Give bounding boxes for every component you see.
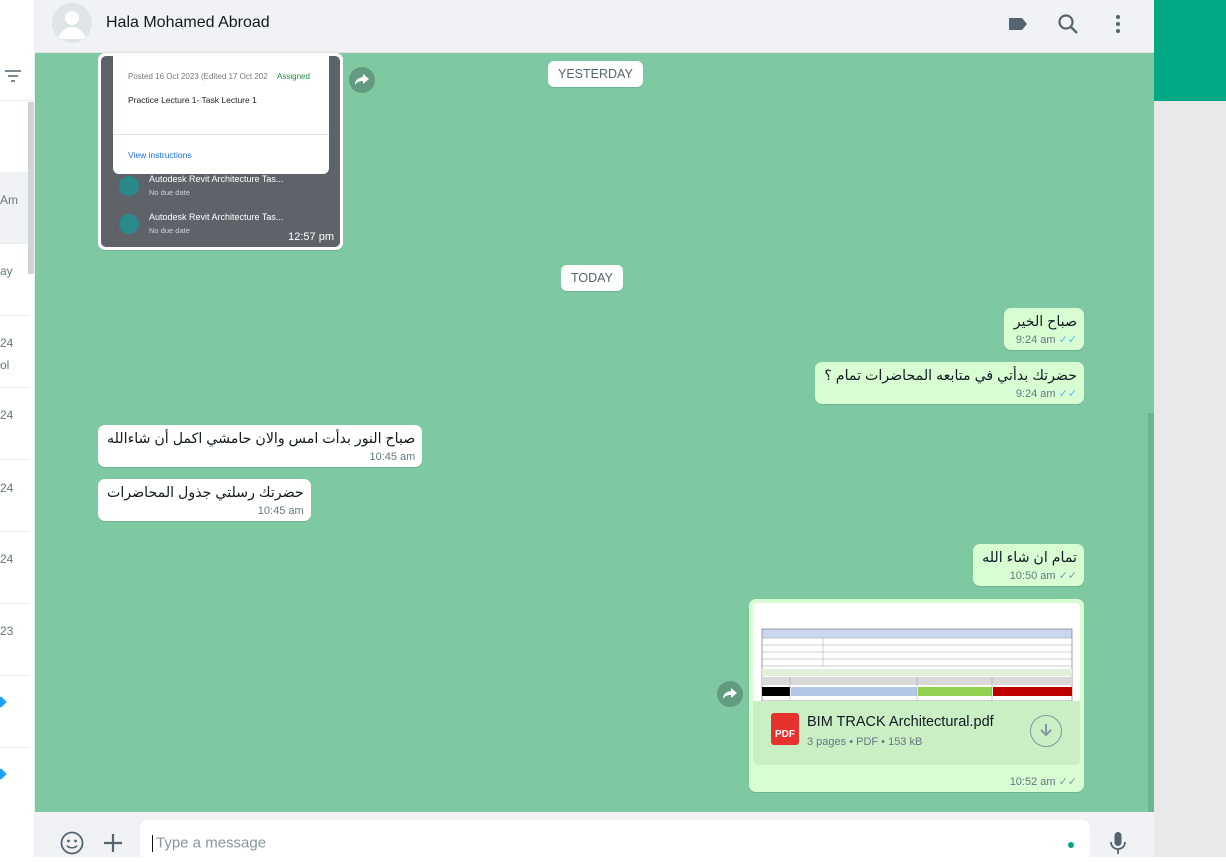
message-time: 10:50 am — [1009, 570, 1056, 582]
read-receipt-icon: ✓✓ — [1058, 334, 1077, 346]
message-meta: 9:24 am ✓✓ — [1016, 333, 1077, 346]
avatar[interactable] — [52, 3, 92, 43]
message-time: 9:24 am — [1015, 334, 1056, 346]
divider — [0, 100, 34, 101]
delivered-receipt-icon: ✓✓ — [1058, 776, 1077, 788]
chat-list-time: ay — [0, 264, 13, 278]
incoming-message[interactable]: حضرتك رسلتي جذول المحاضرات 10:45 am — [98, 479, 311, 521]
download-icon — [1040, 724, 1052, 737]
chat-list-time: 24 — [0, 336, 14, 350]
card-link: View instructions — [128, 150, 192, 160]
chat-messages[interactable]: Posted 16 Oct 2023 (Edited 17 Oct 2023) … — [35, 53, 1154, 812]
contact-name[interactable]: Hala Mohamed Abroad — [106, 14, 270, 32]
item-title: Autodesk Revit Architecture Tas... — [149, 212, 284, 222]
message-text: تمام ان شاء الله — [982, 550, 1077, 566]
pdf-icon: PDF — [771, 713, 799, 745]
message-placeholder: Type a message — [156, 834, 267, 852]
message-meta: 10:50 am ✓✓ — [1010, 569, 1077, 582]
chat-list-item[interactable]: 24 — [0, 388, 28, 460]
attach-plus-icon[interactable] — [100, 830, 126, 856]
date-separator: YESTERDAY — [548, 61, 643, 87]
outgoing-message[interactable]: صباح الخير 9:24 am ✓✓ — [1004, 308, 1084, 350]
message-meta: 10:52 am ✓✓ — [1010, 775, 1077, 788]
emoji-icon[interactable] — [59, 830, 85, 856]
item-title: Autodesk Revit Architecture Tas... — [149, 174, 284, 184]
read-receipt-icon: ✓✓ — [1058, 388, 1077, 400]
delivered-receipt-icon: ✓✓ — [1058, 570, 1077, 582]
message-time: 10:45 am — [257, 505, 304, 517]
chat-list-item[interactable]: 23 — [0, 604, 28, 676]
microphone-icon[interactable] — [1105, 830, 1131, 856]
item-subtitle: No due date — [149, 188, 190, 197]
message-input[interactable]: Type a message — [140, 820, 1090, 862]
status-dot — [1068, 842, 1074, 848]
message-text: صباح الخير — [1013, 314, 1077, 330]
chat-list-time: 23 — [0, 624, 14, 638]
card-title: Practice Lecture 1- Task Lecture 1 — [128, 95, 257, 105]
forward-button[interactable] — [717, 681, 743, 707]
chat-list-time: 24 — [0, 552, 14, 566]
document-filename: BIM TRACK Architectural.pdf — [807, 714, 994, 730]
chat-list-time: 24 — [0, 481, 14, 495]
chat-list-preview: ol — [0, 358, 10, 372]
chat-list-item[interactable]: 24 — [0, 460, 28, 532]
message-meta: 9:24 am ✓✓ — [1016, 387, 1077, 400]
chat-list-time: Am — [0, 193, 18, 207]
sidebar-scrollbar[interactable] — [28, 102, 34, 274]
outgoing-message[interactable]: حضرتك بدأتي في متابعه المحاضرات تمام ؟ 9… — [815, 362, 1084, 404]
default-avatar-icon — [58, 11, 86, 39]
chat-list-item[interactable]: 24 — [0, 532, 28, 604]
brand-banner — [1154, 0, 1226, 101]
pinned-icon — [0, 696, 7, 708]
chat-list-item[interactable]: 24 ol — [0, 316, 28, 388]
chat-list-item[interactable] — [0, 676, 28, 748]
filter-icon[interactable] — [4, 68, 22, 84]
search-icon[interactable] — [1056, 12, 1080, 36]
pinned-icon — [0, 768, 7, 780]
card-status: Assigned — [277, 72, 310, 81]
message-time: 9:24 am — [1015, 388, 1056, 400]
chat-list-item[interactable] — [0, 748, 28, 820]
chat-header: Hala Mohamed Abroad — [35, 0, 1154, 53]
assignment-item: Autodesk Revit Architecture Tas... No du… — [119, 172, 329, 202]
text-cursor — [152, 834, 153, 852]
item-subtitle: No due date — [149, 226, 190, 235]
incoming-message[interactable]: صباح النور بدأت امس والان حامشي اكمل أن … — [98, 425, 423, 467]
chat-list-time: 24 — [0, 408, 14, 422]
image-message[interactable]: Posted 16 Oct 2023 (Edited 17 Oct 2023) … — [98, 53, 343, 250]
label-icon[interactable] — [1006, 12, 1030, 36]
document-thumbnail — [761, 628, 1073, 701]
message-time: 10:52 am — [1009, 776, 1056, 788]
forward-icon — [723, 688, 737, 699]
message-text: حضرتك بدأتي في متابعه المحاضرات تمام ؟ — [824, 368, 1077, 384]
forward-button[interactable] — [349, 67, 375, 93]
document-preview[interactable] — [753, 603, 1080, 701]
message-time: 12:57 pm — [288, 231, 334, 243]
message-composer: Type a message — [35, 812, 1154, 862]
download-button[interactable] — [1030, 715, 1062, 747]
chat-list-item[interactable]: Am — [0, 172, 28, 244]
document-info[interactable]: PDF BIM TRACK Architectural.pdf 3 pages … — [753, 701, 1080, 765]
message-meta: 10:45 am — [369, 451, 415, 463]
outgoing-message[interactable]: تمام ان شاء الله 10:50 am ✓✓ — [973, 544, 1084, 586]
message-time: 10:45 am — [369, 451, 416, 463]
card-posted: Posted 16 Oct 2023 (Edited 17 Oct 2023) — [128, 72, 268, 81]
document-meta: 3 pages • PDF • 153 kB — [807, 736, 923, 748]
document-message[interactable]: PDF BIM TRACK Architectural.pdf 3 pages … — [749, 599, 1084, 792]
menu-icon[interactable] — [1106, 12, 1130, 36]
message-meta: 10:45 am — [258, 505, 304, 517]
assignment-icon — [119, 214, 139, 234]
assignment-icon — [119, 176, 139, 196]
background-panel — [1154, 101, 1226, 857]
chat-list-item[interactable]: ay — [0, 244, 28, 316]
image-preview[interactable]: Posted 16 Oct 2023 (Edited 17 Oct 2023) … — [101, 56, 340, 247]
divider — [113, 134, 329, 135]
assignment-card: Posted 16 Oct 2023 (Edited 17 Oct 2023) … — [113, 56, 329, 174]
message-text: حضرتك رسلتي جذول المحاضرات — [107, 485, 304, 501]
chat-list-sidebar: Am ay 24 ol 24 24 24 23 — [0, 0, 35, 857]
forward-icon — [355, 74, 369, 85]
message-text: صباح النور بدأت امس والان حامشي اكمل أن … — [107, 431, 416, 447]
date-separator: TODAY — [561, 265, 623, 291]
